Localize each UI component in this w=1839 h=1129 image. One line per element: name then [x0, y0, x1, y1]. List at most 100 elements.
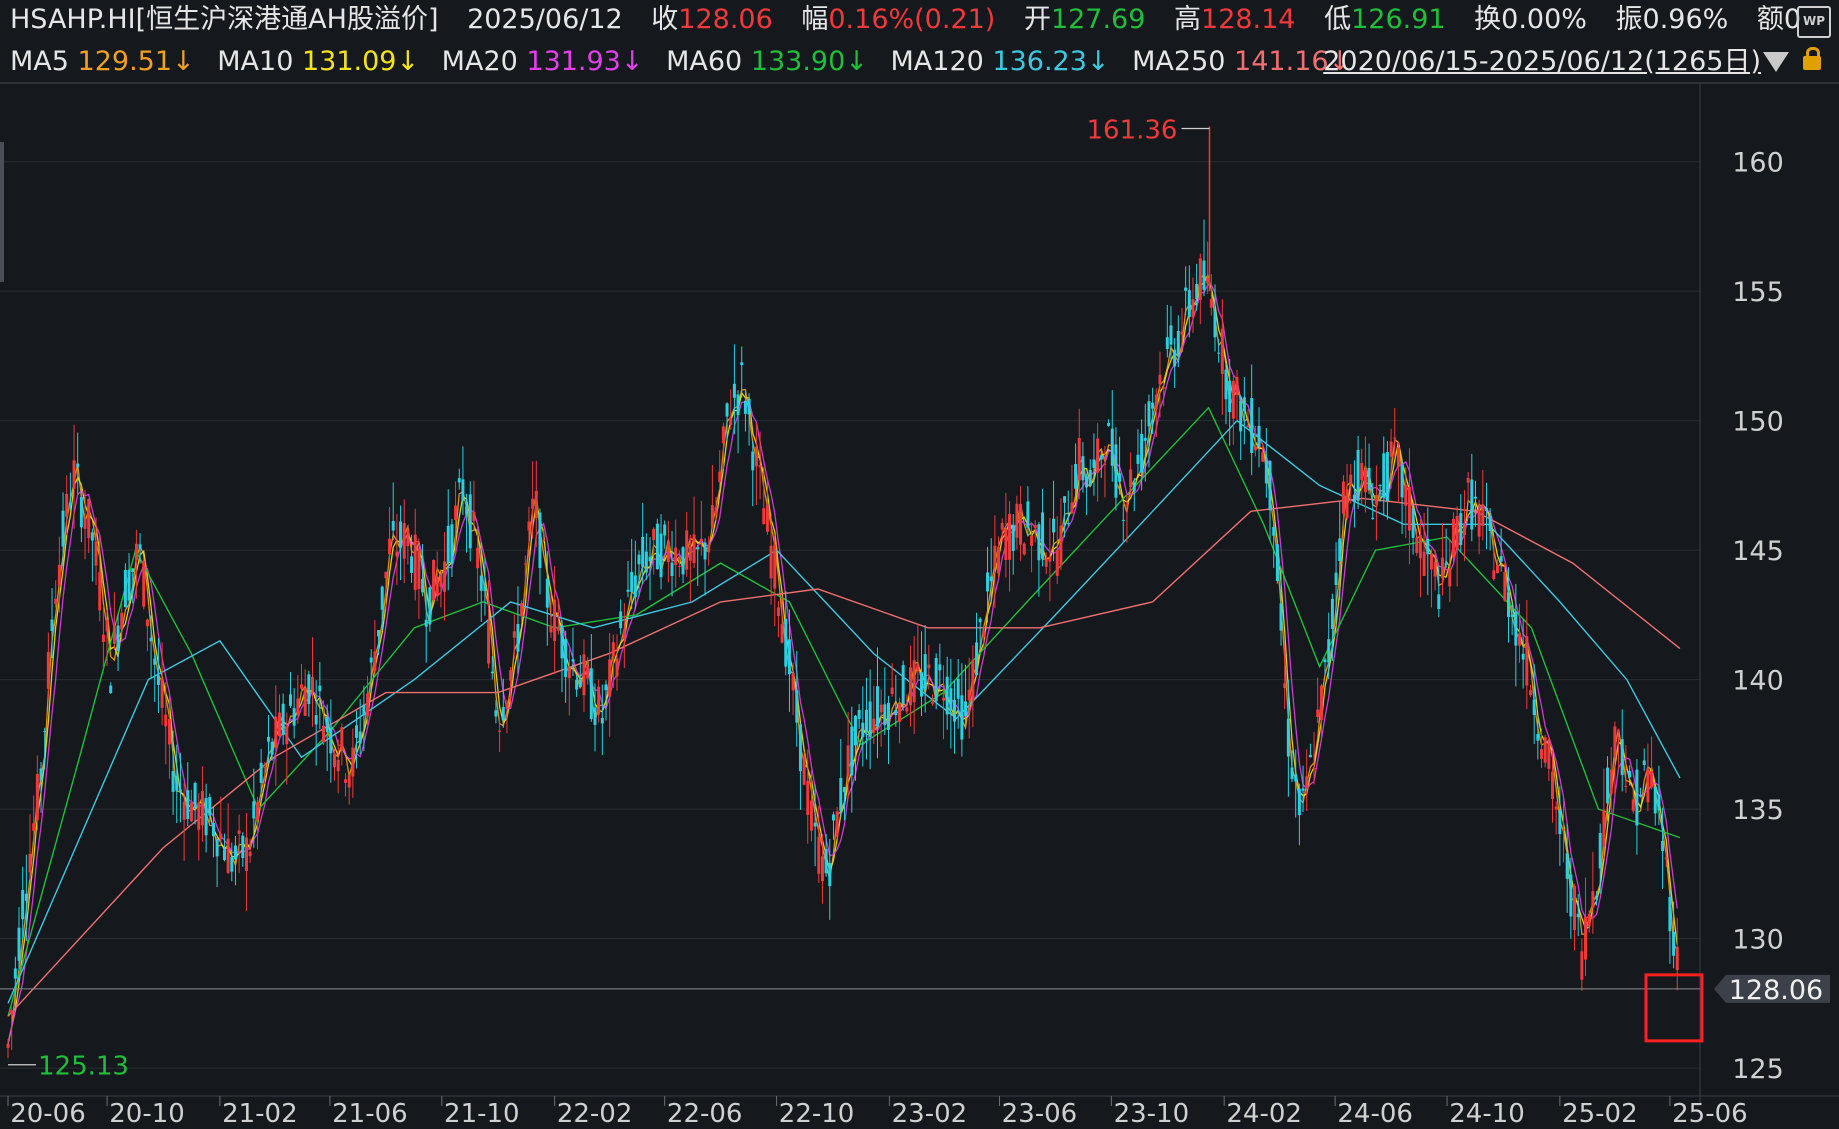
ma120-label[interactable]: MA120: [891, 46, 984, 77]
candle-body: [1246, 425, 1250, 428]
candle-body: [868, 701, 872, 737]
candle-body: [1327, 639, 1331, 663]
candle-body: [817, 836, 821, 874]
candle-body: [600, 717, 604, 724]
candle-body: [688, 546, 692, 561]
candle-body: [233, 845, 237, 860]
x-tick-label: 23-10: [1114, 1099, 1190, 1129]
candle-body: [72, 460, 76, 489]
ma250-label[interactable]: MA250: [1132, 46, 1225, 77]
candle-body: [410, 556, 414, 573]
y-tick-label: 145: [1732, 536, 1784, 567]
candle-body: [226, 838, 230, 873]
ma5-label[interactable]: MA5: [10, 46, 69, 77]
candle-body: [465, 506, 469, 515]
wp-icon[interactable]: WP: [1797, 6, 1831, 38]
candle-body: [1378, 484, 1382, 486]
candle-body: [538, 512, 542, 568]
ma10-label[interactable]: MA10: [217, 46, 293, 77]
candle-body: [846, 745, 850, 776]
x-tick-label: 25-06: [1672, 1099, 1748, 1129]
candle-body: [1352, 494, 1356, 502]
candle-body: [666, 543, 670, 563]
candle-body: [1330, 598, 1334, 629]
candle-body: [1525, 636, 1529, 686]
candle-body: [560, 625, 564, 659]
candle-body: [1404, 485, 1408, 506]
candle-body: [303, 688, 307, 716]
candle-body: [1037, 524, 1041, 561]
candle-body: [35, 773, 39, 821]
candle-body: [325, 716, 329, 732]
symbol-name[interactable]: HSAHP.HI[恒生沪深港通AH股溢价]: [10, 4, 438, 35]
candle-body: [1319, 685, 1323, 721]
candle-body: [189, 802, 193, 822]
candle-body: [861, 722, 865, 737]
candle-body: [1374, 495, 1378, 505]
candle-body: [1536, 734, 1540, 741]
candle-body: [1059, 525, 1063, 566]
candle-body: [1063, 496, 1067, 503]
candle-body: [178, 789, 182, 793]
candle-body: [956, 678, 960, 699]
candle-body: [1213, 311, 1217, 338]
candle-body: [1316, 709, 1320, 717]
candle-body: [1631, 799, 1635, 811]
highlight-box: [1644, 973, 1704, 1043]
candle-body: [945, 676, 949, 715]
candle-body: [244, 837, 248, 871]
candle-body: [1103, 463, 1107, 465]
candle-body: [1488, 516, 1492, 532]
candle-body: [883, 704, 887, 726]
lock-icon[interactable]: [1803, 47, 1821, 70]
ma60-label[interactable]: MA60: [666, 46, 742, 77]
candle-body: [1418, 535, 1422, 559]
candle-body: [505, 703, 509, 709]
candle-body: [1481, 505, 1485, 527]
candle-body: [134, 543, 138, 561]
candle-body: [901, 665, 905, 705]
candle-body: [1455, 515, 1459, 550]
candle-body: [149, 637, 153, 642]
date-range-selector[interactable]: 2020/06/15-2025/06/12(1265日): [1323, 44, 1761, 80]
candle-body: [1356, 449, 1360, 501]
x-tick-label: 21-02: [222, 1099, 298, 1129]
candle-body: [292, 708, 296, 726]
candle-body: [421, 578, 425, 593]
candle-body: [553, 599, 557, 641]
price-chart[interactable]: 161.36 125.13 128.06 125 130 135 140 145 150 155…: [0, 84, 1839, 1129]
candle-body: [322, 725, 326, 743]
candle-body: [1158, 374, 1162, 385]
candle-body: [1235, 377, 1239, 395]
candle-body: [204, 798, 208, 836]
candle-body: [211, 822, 215, 837]
candle-body: [1448, 568, 1452, 587]
candle-body: [619, 611, 623, 629]
candle-body: [57, 564, 61, 586]
candle-body: [1661, 840, 1665, 851]
y-tick-label: 130: [1732, 925, 1784, 956]
candle-body: [222, 849, 226, 861]
candle-body: [248, 851, 252, 857]
candle-body: [1495, 564, 1499, 574]
candle-body: [622, 629, 626, 639]
candle-body: [413, 534, 417, 591]
candle-body: [417, 548, 421, 589]
candle-body: [659, 533, 663, 578]
candle-body: [1085, 476, 1089, 488]
candle-body: [490, 671, 494, 674]
dropdown-triangle-icon[interactable]: [1763, 52, 1789, 72]
candle-body: [670, 562, 674, 576]
candle-body: [1503, 571, 1507, 601]
ma20-label[interactable]: MA20: [442, 46, 518, 77]
candle-body: [32, 823, 36, 831]
candle-body: [1675, 946, 1679, 971]
candle-body: [358, 731, 362, 744]
candle-body: [171, 771, 175, 792]
y-tick-label: 155: [1732, 277, 1784, 308]
candle-body: [230, 856, 234, 872]
candle-body: [1019, 504, 1023, 545]
candle-body: [534, 490, 538, 519]
candle-body: [886, 702, 890, 730]
candle-body: [1030, 536, 1034, 546]
